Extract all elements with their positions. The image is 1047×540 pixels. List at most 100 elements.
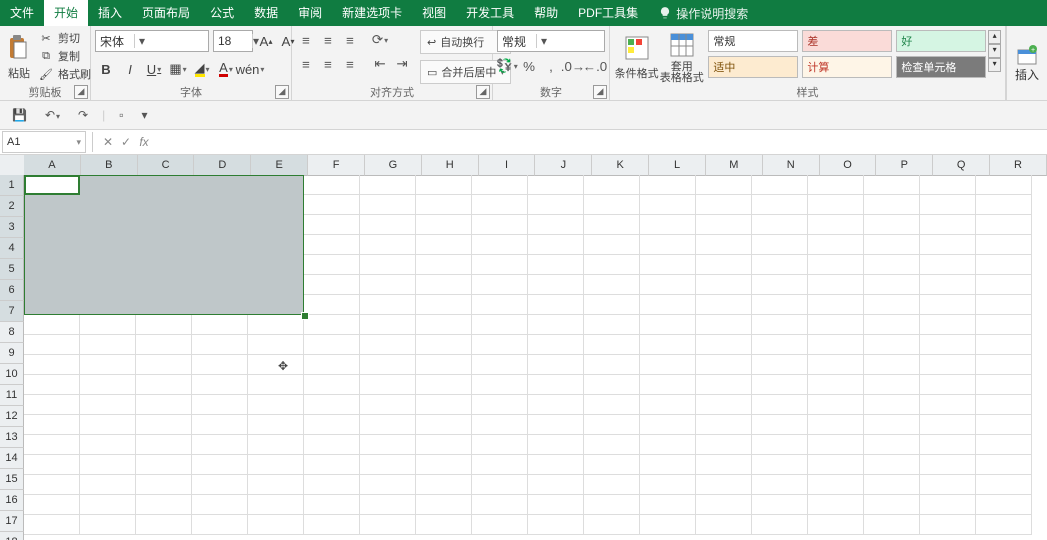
bold-button[interactable]: B [95,59,117,79]
cell[interactable] [472,275,528,295]
cell[interactable] [976,355,1032,375]
cell[interactable] [584,375,640,395]
cancel-formula-button[interactable]: ✕ [99,135,117,149]
name-box[interactable]: A1 ▾ [2,131,86,153]
format-as-table-button[interactable]: 套用表格格式 [659,30,704,84]
align-top-button[interactable]: ≡ [296,30,316,50]
border-button[interactable]: ▦▾ [167,59,189,79]
cell[interactable] [808,295,864,315]
cell[interactable] [920,175,976,195]
cell[interactable] [696,375,752,395]
cell[interactable] [24,355,80,375]
cell[interactable] [360,355,416,375]
cell[interactable] [864,475,920,495]
cell[interactable] [864,455,920,475]
cell[interactable] [528,455,584,475]
cell[interactable] [528,355,584,375]
cell[interactable] [416,395,472,415]
cell[interactable] [976,455,1032,475]
cell[interactable] [192,435,248,455]
save-button[interactable]: 💾 [8,106,31,124]
currency-button[interactable]: 💱▾ [497,56,517,76]
menu-pdf-tools[interactable]: PDF工具集 [568,0,648,26]
cell[interactable] [304,255,360,275]
cell[interactable] [360,315,416,335]
alignment-dialog-launcher[interactable]: ◢ [476,85,490,99]
cell[interactable] [864,215,920,235]
cell[interactable] [304,215,360,235]
column-header-D[interactable]: D [194,155,251,176]
align-center-button[interactable]: ≡ [318,54,338,74]
row-header-12[interactable]: 12 [0,406,24,427]
row-header-18[interactable]: 18 [0,532,24,540]
cell[interactable] [808,215,864,235]
cell[interactable] [696,455,752,475]
cell[interactable] [696,415,752,435]
cell[interactable] [640,255,696,275]
cell[interactable] [864,235,920,255]
cell[interactable] [360,215,416,235]
cell[interactable] [80,335,136,355]
percent-button[interactable]: % [519,56,539,76]
decrease-decimal-button[interactable]: ←.0 [585,56,605,76]
cell[interactable] [472,515,528,535]
cell[interactable] [528,515,584,535]
row-header-4[interactable]: 4 [0,238,24,259]
cell[interactable] [584,175,640,195]
cell[interactable] [416,455,472,475]
style-neutral[interactable]: 适中 [708,56,798,78]
cell[interactable] [584,255,640,275]
menu-insert[interactable]: 插入 [88,0,132,26]
column-header-O[interactable]: O [820,155,877,176]
cell[interactable] [752,375,808,395]
cell[interactable] [920,515,976,535]
clipboard-dialog-launcher[interactable]: ◢ [74,85,88,99]
cell[interactable] [528,495,584,515]
cell[interactable] [584,335,640,355]
align-bottom-button[interactable]: ≡ [340,30,360,50]
cell[interactable] [248,455,304,475]
cell[interactable] [584,515,640,535]
cell[interactable] [528,235,584,255]
cell[interactable] [976,275,1032,295]
cell[interactable] [696,435,752,455]
cell[interactable] [360,515,416,535]
cell[interactable] [640,495,696,515]
cell[interactable] [248,355,304,375]
cell[interactable] [808,415,864,435]
cell[interactable] [304,435,360,455]
cell[interactable] [528,215,584,235]
cell[interactable] [192,475,248,495]
column-header-A[interactable]: A [24,155,81,176]
row-header-11[interactable]: 11 [0,385,24,406]
cell[interactable] [976,435,1032,455]
cell[interactable] [528,435,584,455]
cell[interactable] [808,315,864,335]
cell[interactable] [528,375,584,395]
cell[interactable] [528,195,584,215]
cell[interactable] [976,195,1032,215]
cell[interactable] [24,315,80,335]
cell[interactable] [80,475,136,495]
cell[interactable] [920,475,976,495]
cell[interactable] [472,455,528,475]
style-good[interactable]: 好 [896,30,986,52]
cell[interactable] [416,295,472,315]
cell[interactable] [640,275,696,295]
cell[interactable] [752,475,808,495]
cell[interactable] [976,395,1032,415]
formula-input[interactable] [153,132,1047,152]
cell[interactable] [192,355,248,375]
cell[interactable] [808,235,864,255]
cell[interactable] [192,455,248,475]
cell[interactable] [584,395,640,415]
cell[interactable] [304,375,360,395]
row-header-13[interactable]: 13 [0,427,24,448]
cell[interactable] [640,415,696,435]
cell[interactable] [304,235,360,255]
style-bad[interactable]: 差 [802,30,892,52]
cell[interactable] [360,375,416,395]
cell[interactable] [696,475,752,495]
cell[interactable] [584,195,640,215]
cell[interactable] [752,395,808,415]
